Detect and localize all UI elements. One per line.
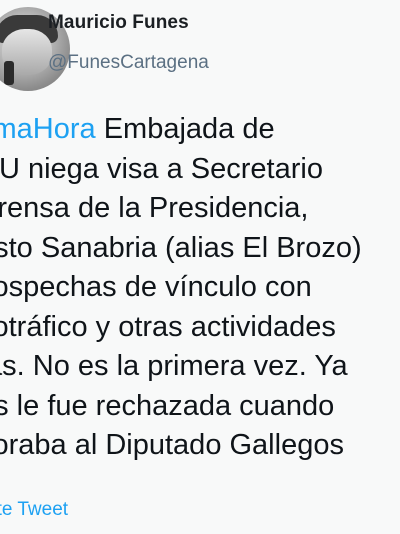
tweet-line-8: es le fue rechazada cuando	[0, 389, 335, 422]
tweet-line-1: timaHora Embajada de	[0, 110, 400, 150]
tweet-line-9: soraba al Diputado Gallegos	[0, 429, 344, 461]
tweet-line-1-text: Embajada de	[103, 113, 275, 145]
tweet-line-4: esto Sanabria (alias El Brozo)	[0, 231, 362, 264]
hashtag-link[interactable]: timaHora	[0, 113, 96, 145]
tweet-line-6: cotráfico y otras actividades	[0, 310, 336, 343]
tweet-line-7: tas. No es la primera vez. Ya	[0, 350, 348, 382]
tweet-line-2: UU niega visa a Secretario	[0, 152, 323, 185]
author-handle[interactable]: @FunesCartagena	[48, 52, 209, 74]
tweet-card: Mauricio Funes @FunesCartagena timaHora …	[0, 0, 400, 534]
tweet-body: timaHora Embajada de UU niega visa a Sec…	[0, 110, 400, 466]
author-name[interactable]: Mauricio Funes	[48, 12, 189, 34]
tweet-line-3: Prensa de la Presidencia,	[0, 192, 309, 224]
translate-tweet-link[interactable]: ate Tweet	[0, 499, 68, 521]
avatar-microphone	[4, 61, 14, 85]
tweet-line-5: sospechas de vínculo con	[0, 271, 312, 303]
